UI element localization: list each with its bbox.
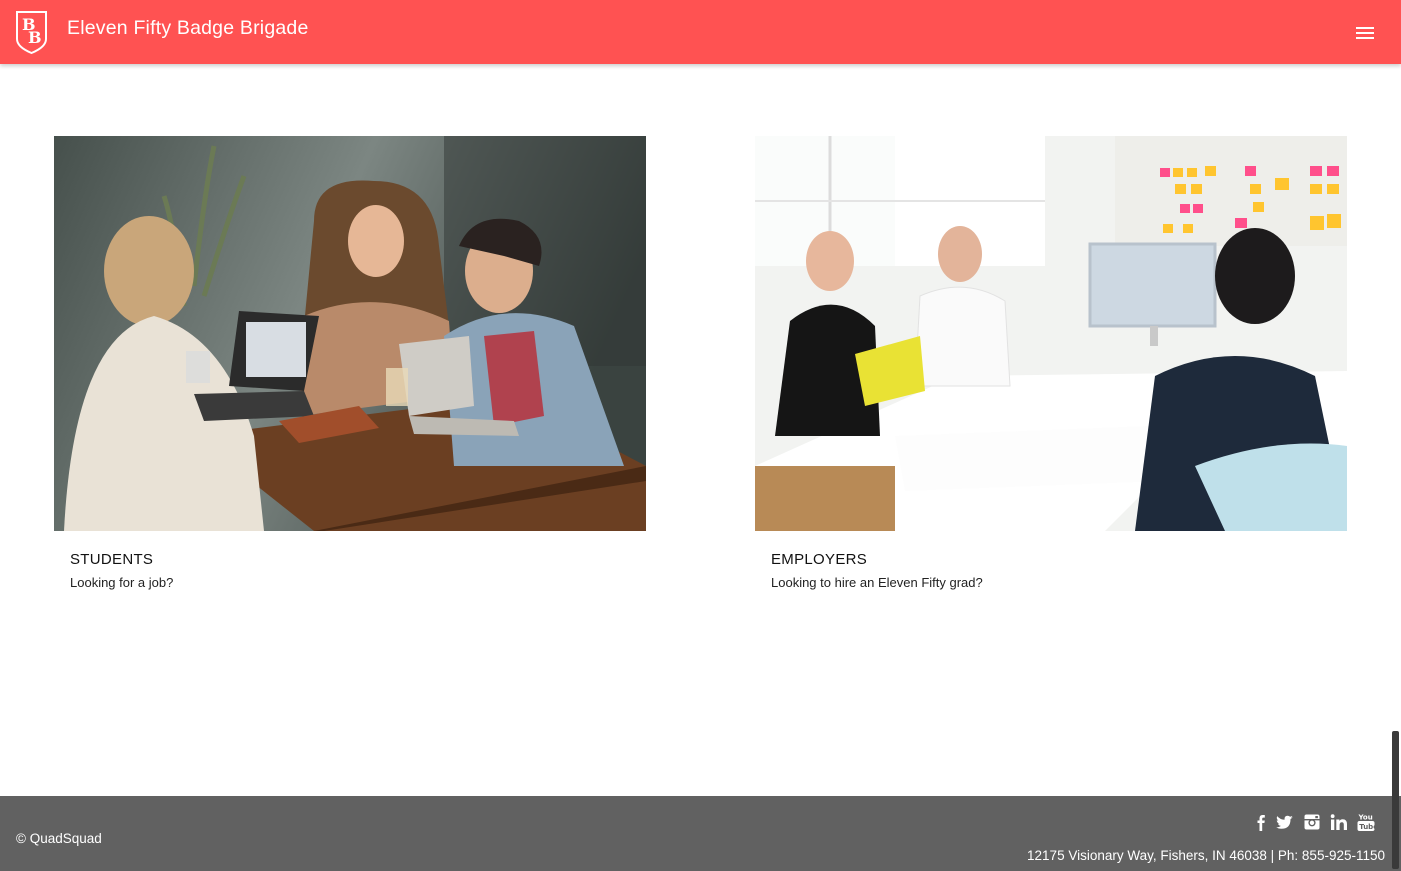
page-footer: © QuadSquad You Tube 12175 Visionary Way…: [0, 796, 1401, 871]
footer-address: 12175 Visionary Way, Fishers, IN 46038 |…: [1027, 848, 1385, 863]
site-title-link[interactable]: Eleven Fifty Badge Brigade: [67, 17, 309, 40]
students-card[interactable]: STUDENTS Looking for a job?: [54, 136, 646, 590]
facebook-icon[interactable]: [1252, 812, 1272, 832]
hamburger-menu-icon[interactable]: [1350, 20, 1380, 46]
instagram-icon[interactable]: [1302, 812, 1322, 832]
top-app-bar: B B Eleven Fifty Badge Brigade: [0, 0, 1401, 64]
linkedin-icon[interactable]: [1329, 812, 1349, 832]
svg-text:You: You: [1358, 814, 1373, 822]
card-subtitle: Looking to hire an Eleven Fifty grad?: [771, 575, 983, 590]
svg-text:B: B: [28, 28, 42, 47]
svg-text:Tube: Tube: [1359, 823, 1376, 831]
scrollbar-thumb[interactable]: [1392, 731, 1399, 869]
students-photo[interactable]: [54, 136, 646, 531]
bb-shield-logo-icon[interactable]: B B: [15, 9, 48, 54]
card-subtitle: Looking for a job?: [70, 575, 174, 590]
card-title: EMPLOYERS: [771, 551, 868, 568]
card-title: STUDENTS: [70, 551, 154, 568]
copyright-text: © QuadSquad: [16, 831, 102, 846]
employers-card[interactable]: EMPLOYERS Looking to hire an Eleven Fift…: [755, 136, 1347, 590]
twitter-icon[interactable]: [1274, 812, 1294, 832]
employers-photo[interactable]: [755, 136, 1347, 531]
youtube-icon[interactable]: You Tube: [1356, 812, 1376, 832]
